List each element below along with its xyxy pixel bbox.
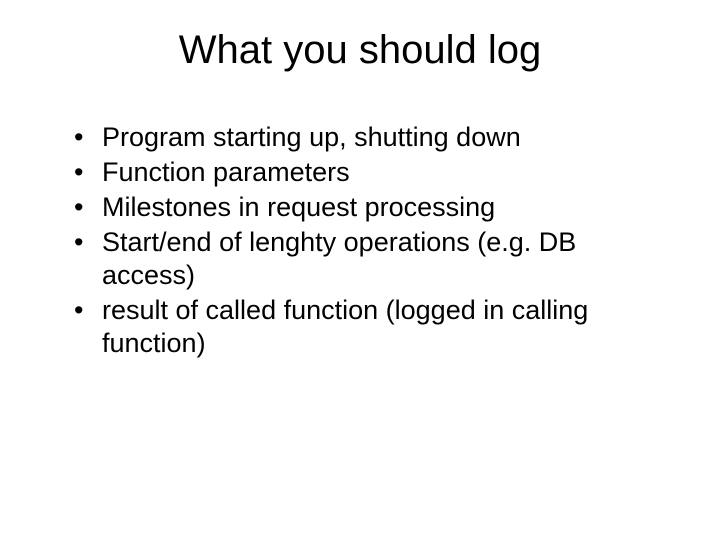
list-item: Program starting up, shutting down — [74, 121, 670, 154]
list-item: Function parameters — [74, 156, 670, 189]
list-item: Milestones in request processing — [74, 191, 670, 224]
list-item: result of called function (logged in cal… — [74, 294, 670, 360]
bullet-list: Program starting up, shutting down Funct… — [50, 121, 670, 360]
list-item: Start/end of lenghty operations (e.g. DB… — [74, 226, 670, 292]
slide-title: What you should log — [50, 28, 670, 73]
slide: What you should log Program starting up,… — [0, 0, 720, 540]
